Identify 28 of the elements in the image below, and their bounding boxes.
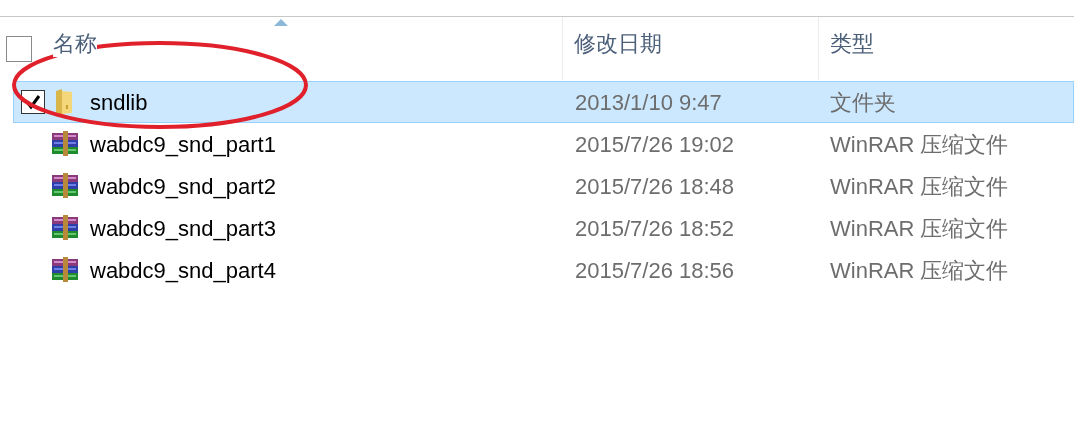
books-icon [50,214,80,242]
file-row[interactable]: sndlib 2013/1/10 9:47 文件夹 [13,81,1074,123]
file-row[interactable]: wabdc9_snd_part4 2015/7/26 18:56 WinRAR 压缩文件 [13,249,1074,291]
file-name: wabdc9_snd_part4 [90,256,276,285]
file-name: wabdc9_snd_part1 [90,130,276,159]
books-icon [50,172,80,200]
file-type: WinRAR 压缩文件 [829,256,1009,285]
file-row[interactable]: wabdc9_snd_part1 2015/7/26 19:02 WinRAR 压缩文件 [13,123,1074,165]
checkbox[interactable] [6,35,32,62]
file-type: WinRAR 压缩文件 [829,214,1009,243]
file-row[interactable]: wabdc9_snd_part2 2015/7/26 18:48 WinRAR 压缩文件 [13,165,1074,207]
file-type: WinRAR 压缩文件 [829,130,1009,159]
file-name: wabdc9_snd_part3 [90,214,276,243]
modified-date: 2015/7/26 18:56 [574,256,736,285]
file-type: WinRAR 压缩文件 [829,172,1009,201]
books-icon [50,130,80,158]
modified-date: 2015/7/26 18:48 [574,172,736,201]
column-header[interactable]: 修改日期 [574,30,662,57]
file-row[interactable]: wabdc9_snd_part3 2015/7/26 18:52 WinRAR 压缩文件 [13,207,1074,249]
column-header[interactable]: 名称 [53,30,97,57]
modified-date: 2015/7/26 18:52 [574,214,736,243]
file-name: sndlib [90,88,148,117]
books-icon [50,256,80,284]
file-type: 文件夹 [829,88,896,117]
file-name: wabdc9_snd_part2 [90,172,276,201]
column-header[interactable]: 类型 [830,30,874,57]
modified-date: 2015/7/26 19:02 [574,130,736,159]
modified-date: 2013/1/10 9:47 [574,88,723,117]
